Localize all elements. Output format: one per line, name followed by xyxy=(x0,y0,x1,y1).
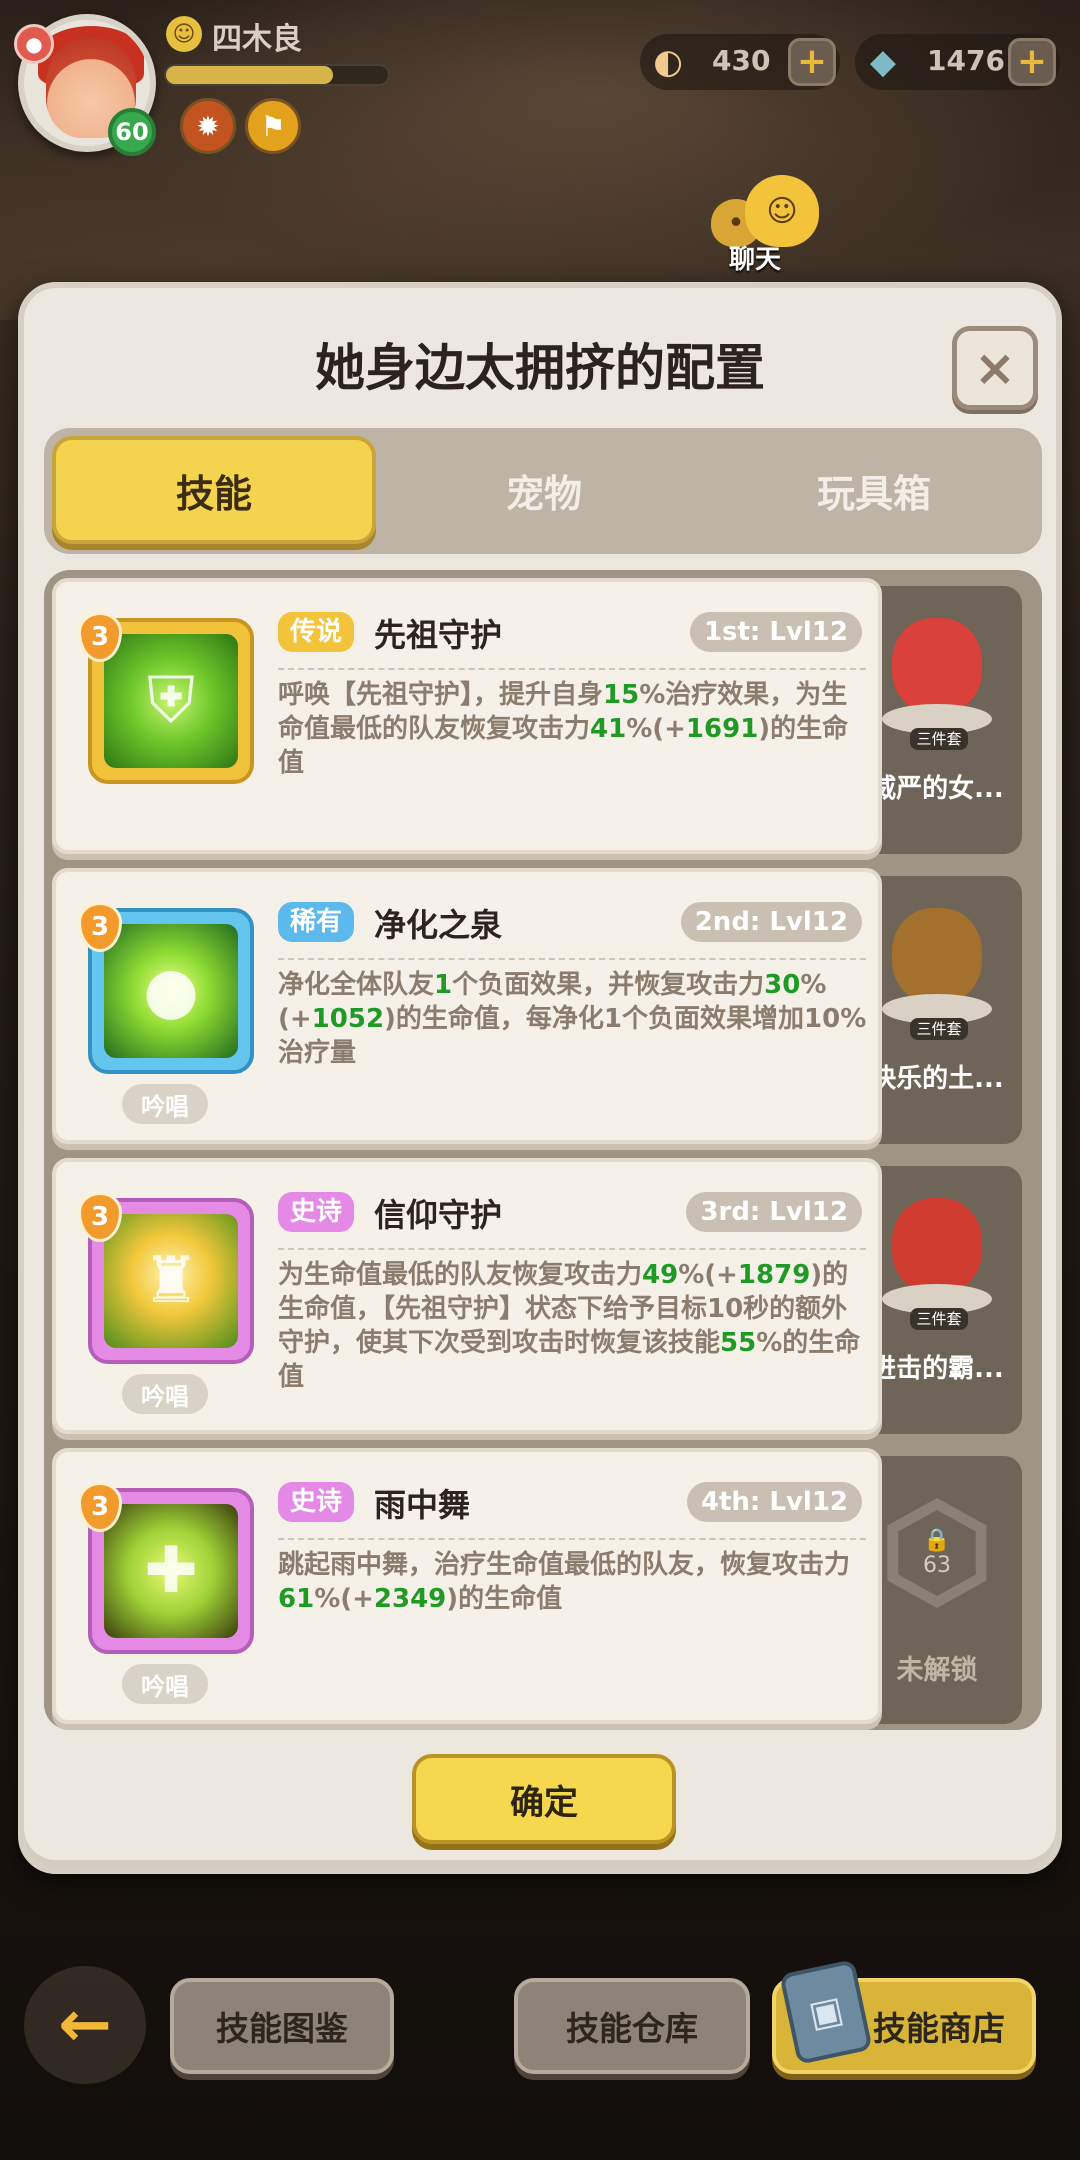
divider xyxy=(278,1248,866,1250)
tab-skills[interactable]: 技能 xyxy=(52,436,376,544)
droplet-icon: ● xyxy=(143,954,199,1028)
skill-row: 🔒 63 未解锁 ✚ 3 吟唱 史诗 雨中舞 4th: Lvl12 跳起雨中舞，… xyxy=(52,1448,1034,1724)
player-name: 四木良 xyxy=(212,22,302,57)
skill-card[interactable]: ● 3 吟唱 稀有 净化之泉 2nd: Lvl12 净化全体队友1个负面效果，并… xyxy=(52,868,882,1144)
chat-button[interactable]: • ☺ 聊天 xyxy=(705,175,825,275)
chat-label: 聊天 xyxy=(729,245,782,275)
tab-pets[interactable]: 宠物 xyxy=(382,436,706,544)
add-shell-button[interactable]: + xyxy=(788,38,836,86)
skill-name: 雨中舞 xyxy=(374,1486,471,1524)
shop-cabinet-icon: ▣ xyxy=(779,1959,873,2065)
shell-icon: ◐ xyxy=(653,42,683,82)
notification-icon[interactable]: ● xyxy=(14,24,54,64)
skill-level-tag: 2nd: Lvl12 xyxy=(680,902,862,942)
skill-shop-label: 技能商店 xyxy=(873,2009,1005,2048)
skill-description: 为生命值最低的队友恢复攻击力49%(+1879)的生命值，【先祖守护】状态下给予… xyxy=(278,1260,861,1392)
close-button[interactable]: × xyxy=(952,326,1038,410)
skill-description: 净化全体队友1个负面效果，并恢复攻击力30%(+1052)的生命值，每净化1个负… xyxy=(278,970,867,1068)
pet-body xyxy=(892,618,982,714)
pet-set-tag: 三件套 xyxy=(910,1308,968,1330)
dance-cross-icon: ✚ xyxy=(144,1534,198,1608)
skill-name: 信仰守护 xyxy=(374,1196,503,1234)
skill-level-tag: 4th: Lvl12 xyxy=(686,1482,862,1522)
skill-codex-button[interactable]: 技能图鉴 xyxy=(170,1978,394,2074)
shield-icon: ⛨ xyxy=(147,664,195,738)
skill-level-tag: 1st: Lvl12 xyxy=(689,612,862,652)
skill-card[interactable]: ⛨ 3 传说 先祖守护 1st: Lvl12 呼唤【先祖守护】，提升自身15%治… xyxy=(52,578,882,854)
event-icon[interactable]: ✹ xyxy=(180,98,236,154)
pet-body xyxy=(892,1198,982,1294)
rarity-badge: 传说 xyxy=(278,612,355,652)
skill-card[interactable]: ✚ 3 吟唱 史诗 雨中舞 4th: Lvl12 跳起雨中舞，治疗生命值最低的队… xyxy=(52,1448,882,1724)
player-status-icon: ☺ xyxy=(166,16,202,52)
divider xyxy=(278,668,866,670)
shell-currency: ◐ 430 + xyxy=(640,34,840,90)
chant-tag: 吟唱 xyxy=(122,1084,208,1124)
skill-description: 跳起雨中舞，治疗生命值最低的队友，恢复攻击力61%(+2349)的生命值 xyxy=(278,1550,851,1614)
skill-row: 三件套 进击的霸... ♜ 3 吟唱 史诗 信仰守护 3rd: Lvl12 为生… xyxy=(52,1158,1034,1434)
divider xyxy=(278,1538,866,1540)
skill-row: 三件套 快乐的土... ● 3 吟唱 稀有 净化之泉 2nd: Lvl12 净化… xyxy=(52,868,1034,1144)
add-gem-button[interactable]: + xyxy=(1008,38,1056,86)
pet-body xyxy=(892,908,982,1004)
rarity-badge: 史诗 xyxy=(278,1482,355,1522)
xp-bar xyxy=(164,64,390,86)
shell-count: 430 xyxy=(712,44,771,77)
rarity-badge: 史诗 xyxy=(278,1192,355,1232)
player-level-badge: 60 xyxy=(108,108,156,156)
gem-icon: ◆ xyxy=(869,42,897,82)
tab-toybox[interactable]: 玩具箱 xyxy=(712,436,1036,544)
pet-set-tag: 三件套 xyxy=(910,1018,968,1040)
skill-name: 先祖守护 xyxy=(374,616,503,654)
skill-storage-button[interactable]: 技能仓库 xyxy=(514,1978,750,2074)
unlock-level: 63 xyxy=(923,1553,951,1578)
divider xyxy=(278,958,866,960)
skill-row: 三件套 威严的女... ⛨ 3 传说 先祖守护 1st: Lvl12 呼唤【先祖… xyxy=(52,578,1034,854)
skill-description: 呼唤【先祖守护】，提升自身15%治疗效果，为生命值最低的队友恢复攻击力41%(+… xyxy=(278,680,849,778)
gem-count: 1476 xyxy=(927,44,1005,77)
chat-bubble-icon: ☺ xyxy=(745,175,819,247)
skill-level-tag: 3rd: Lvl12 xyxy=(686,1192,862,1232)
gem-currency: ◆ 1476 + xyxy=(855,34,1060,90)
xp-bar-fill xyxy=(166,66,333,84)
chant-tag: 吟唱 xyxy=(122,1374,208,1414)
skill-shop-button[interactable]: ▣ 技能商店 xyxy=(772,1959,1036,2074)
skill-list: 三件套 威严的女... ⛨ 3 传说 先祖守护 1st: Lvl12 呼唤【先祖… xyxy=(44,570,1042,1730)
quest-icon[interactable]: ⚑ xyxy=(245,98,301,154)
skill-card[interactable]: ♜ 3 吟唱 史诗 信仰守护 3rd: Lvl12 为生命值最低的队友恢复攻击力… xyxy=(52,1158,882,1434)
panel-title: 她身边太拥挤的配置 xyxy=(315,339,765,397)
pet-figure-dragon-icon: 三件套 xyxy=(882,608,992,750)
skill-name: 净化之泉 xyxy=(374,906,503,944)
guardian-icon: ♜ xyxy=(142,1244,200,1318)
pet-set-tag: 三件套 xyxy=(910,728,968,750)
pet-figure-mole-icon: 三件套 xyxy=(882,898,992,1040)
chant-tag: 吟唱 xyxy=(122,1664,208,1704)
loadout-panel: 她身边太拥挤的配置 × 技能 宠物 玩具箱 三件套 威严的女... ⛨ 3 传说 xyxy=(18,282,1062,1874)
rarity-badge: 稀有 xyxy=(278,902,355,942)
confirm-button[interactable]: 确定 xyxy=(412,1754,676,1844)
tab-bar: 技能 宠物 玩具箱 xyxy=(44,428,1042,554)
pet-figure-red-dragon-icon: 三件套 xyxy=(882,1188,992,1330)
back-arrow-icon[interactable]: ← xyxy=(24,1966,146,2084)
